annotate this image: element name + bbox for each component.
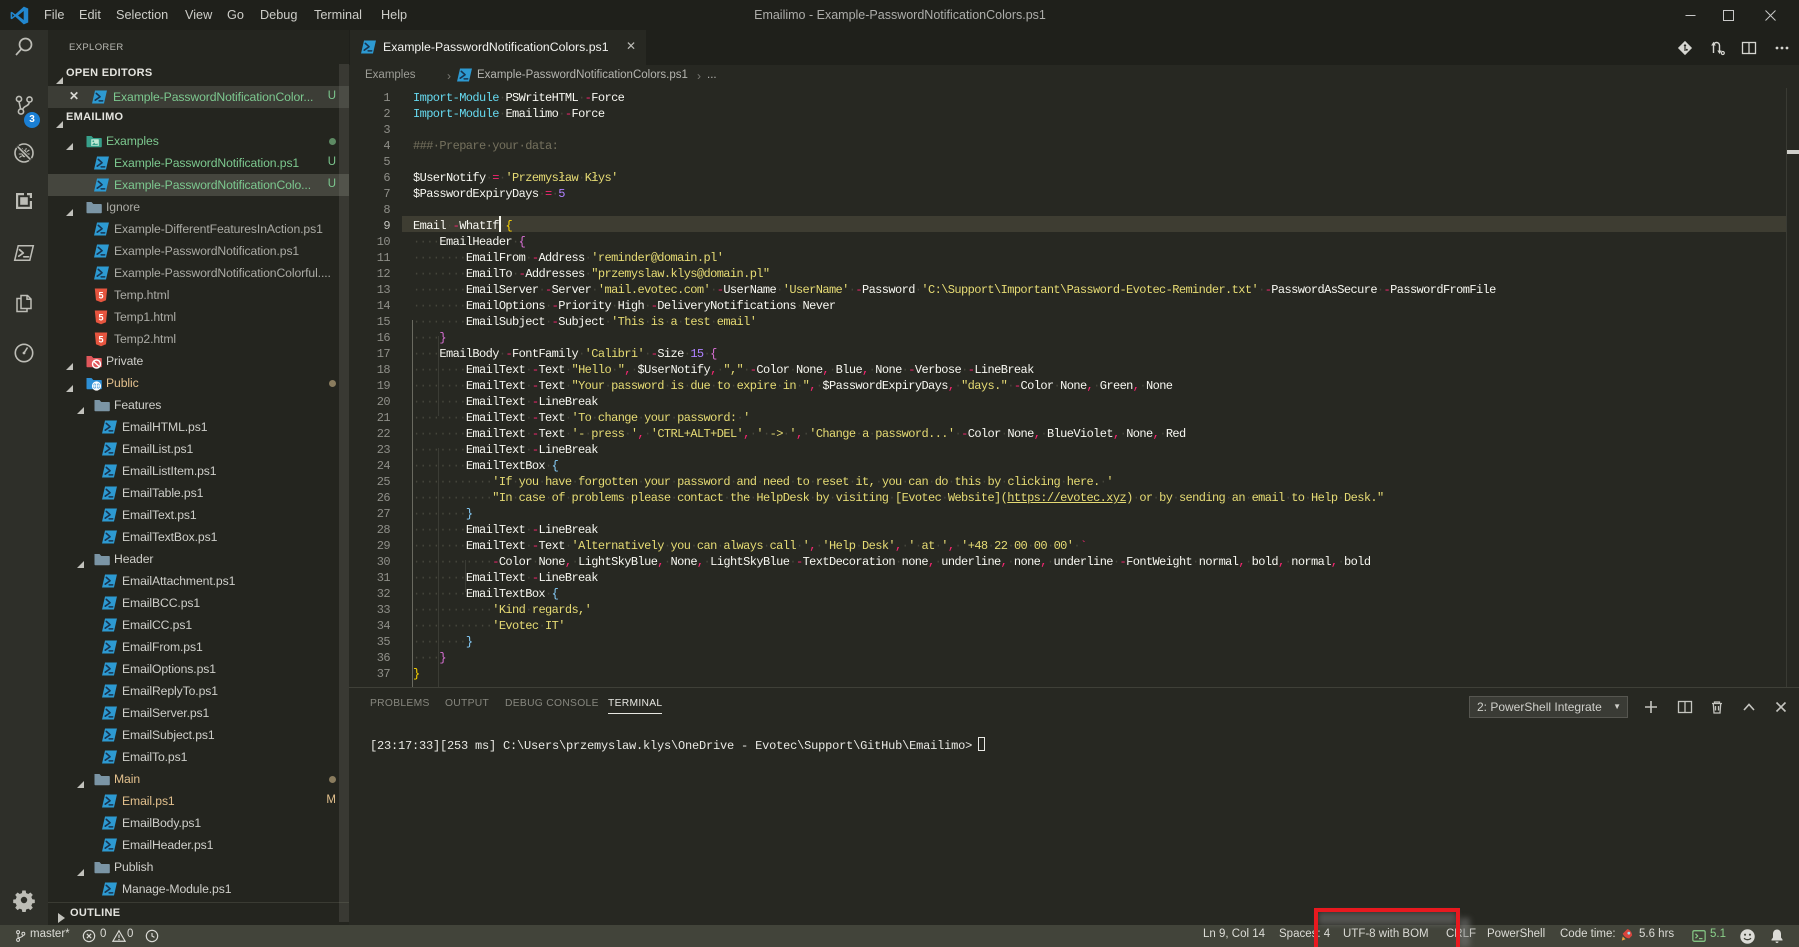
svg-text:5: 5 [98,290,103,300]
svg-text:5: 5 [98,334,103,344]
svg-text:5: 5 [98,312,103,322]
